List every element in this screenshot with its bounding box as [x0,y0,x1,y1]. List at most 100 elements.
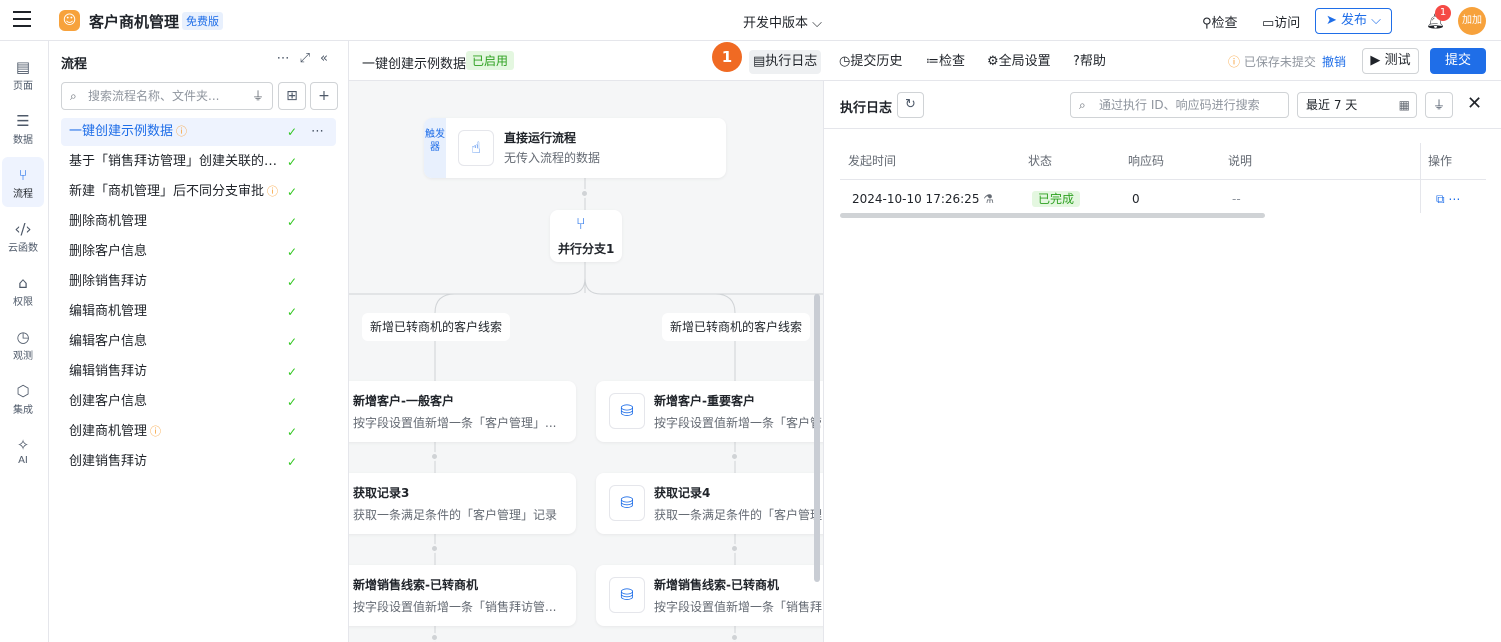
panel-title: 流程 [61,57,88,72]
exec-log-label: 执行日志 [765,54,818,69]
check-circle-icon: ✓ [287,365,298,379]
nav-item-data[interactable]: ☰ 数据 [2,103,44,153]
add-flow-button[interactable]: + [310,82,338,110]
nav-item-pages[interactable]: ▤ 页面 [2,49,44,99]
exec-log-button[interactable]: ▤执行日志 [749,50,822,74]
flow-node[interactable]: 获取记录3 获取一条满足条件的「客户管理」记录 [349,473,576,534]
flow-search-input[interactable]: ⌕ 搜索流程名称、文件夹... ⏚ [61,82,273,110]
flow-item-name: 基于「销售拜访管理」创建关联的「... [69,154,283,169]
calendar-icon: ▦ [1398,98,1410,112]
connector-dot[interactable] [430,633,439,642]
node-subtitle: 按字段设置值新增一条「客户管理」... [353,416,557,430]
close-icon[interactable]: ✕ [1467,93,1482,114]
filter-icon[interactable]: ⏚ [252,83,264,109]
flow-canvas[interactable]: 触发器 ☝ 直接运行流程 无传入流程的数据 ⑂ 并行分支1 新增已转商机的客户线… [349,81,823,642]
column-header[interactable]: 说明 [1228,143,1252,180]
test-button[interactable]: ▶ 测试 [1362,48,1419,74]
open-external-icon[interactable]: ⧉ [1436,192,1445,206]
flow-item-name: 创建客户信息 [69,394,148,409]
visit-button[interactable]: ▭访问 [1262,12,1300,31]
flow-item[interactable]: 创建客户信息 ✓ [61,388,336,416]
flow-node[interactable]: ⛁ 新增销售线索-已转商机 按字段设置值新增一条「销售拜 [596,565,823,626]
nav-item-cloud-function[interactable]: ‹/› 云函数 [2,211,44,261]
fork-icon: ⑂ [576,214,586,233]
version-selector[interactable]: 开发中版本 ⌵ [743,12,822,31]
submit-button[interactable]: 提交 [1430,48,1486,74]
flow-item[interactable]: 基于「销售拜访管理」创建关联的「... ✓ [61,148,336,176]
nav-item-label: 集成 [13,405,33,416]
connector-dot[interactable] [430,452,439,461]
database-add-icon: ⛁ [609,577,645,613]
expand-icon[interactable]: ⤢ [300,51,320,66]
connector-dot[interactable] [730,633,739,642]
undo-link[interactable]: 撤销 [1322,53,1346,70]
date-range-picker[interactable]: 最近 7 天 ▦ [1297,92,1417,118]
nav-item-integration[interactable]: ⬡ 集成 [2,373,44,423]
nav-item-label: 权限 [13,297,33,308]
column-header[interactable]: 响应码 [1128,143,1164,180]
help-button[interactable]: ?帮助 [1073,50,1106,74]
nav-item-ai[interactable]: ✧ AI [2,427,44,477]
collapse-icon[interactable]: « [320,51,338,66]
flow-node[interactable]: ⛁ 新增客户-重要客户 按字段设置值新增一条「客户管 [596,381,823,442]
flow-item-name: 删除销售拜访 [69,274,148,289]
flow-item[interactable]: 编辑客户信息 ✓ [61,328,336,356]
branch-label-left[interactable]: 新增已转商机的客户线索 [362,313,511,341]
flow-item[interactable]: 新建「商机管理」后不同分支审批 ⓘ ✓ [61,178,336,206]
node-subtitle: 获取一条满足条件的「客户管理」记录 [353,508,558,522]
filter-icon: ⏚ [1432,98,1445,112]
connector-dot[interactable] [730,544,739,553]
hand-pointer-icon: ☝ [458,130,494,166]
filter-button[interactable]: ⏚ [1425,92,1453,118]
flow-item[interactable]: 删除销售拜访 ✓ [61,268,336,296]
global-settings-button[interactable]: ⚙全局设置 [987,50,1051,74]
more-icon[interactable]: ⋯ [1448,192,1460,206]
log-search-input[interactable]: ⌕ 通过执行 ID、响应码进行搜索 [1070,92,1289,118]
search-icon: ⌕ [1079,98,1086,112]
monitor-search-icon: ◷ [16,328,30,346]
connector-dot[interactable] [580,189,589,198]
nav-item-permissions[interactable]: ⌂ 权限 [2,265,44,315]
check-button[interactable]: ⚲检查 [1202,12,1238,31]
flow-item[interactable]: 删除客户信息 ✓ [61,238,336,266]
parallel-branch-node[interactable]: ⑂ 并行分支1 [550,210,622,262]
connector-dot[interactable] [730,452,739,461]
more-icon[interactable]: ⋯ [311,118,324,146]
column-header[interactable]: 状态 [1028,143,1052,180]
flow-item[interactable]: 编辑商机管理 ✓ [61,298,336,326]
help-icon: ? [1073,54,1080,69]
hamburger-menu-icon[interactable] [13,11,31,27]
nav-item-flow[interactable]: ⑂ 流程 [2,157,44,207]
flow-item-name: 新建「商机管理」后不同分支审批 [69,184,265,199]
flow-node[interactable]: 新增客户-一般客户 按字段设置值新增一条「客户管理」... [349,381,576,442]
flask-icon: ⚗ [983,192,995,206]
nav-item-observe[interactable]: ◷ 观测 [2,319,44,369]
flow-item[interactable]: 编辑销售拜访 ✓ [61,358,336,386]
flow-node[interactable]: 新增销售线索-已转商机 按字段设置值新增一条「销售拜访管... [349,565,576,626]
column-header[interactable]: 发起时间 [848,143,896,180]
node-title: 并行分支1 [558,242,615,256]
new-folder-button[interactable]: ⊞ [278,82,306,110]
flow-item[interactable]: 创建销售拜访 ✓ [61,448,336,476]
folder-add-icon: ⊞ [286,88,298,104]
check-circle-icon: ✓ [287,305,298,319]
node-title: 新增客户-重要客户 [654,394,755,408]
branch-label-right[interactable]: 新增已转商机的客户线索 [662,313,811,341]
refresh-button[interactable]: ↻ [897,92,924,118]
table-horizontal-scrollbar[interactable] [840,213,1265,218]
monitor-icon: ▭ [1262,16,1275,31]
step-marker: 1 [712,42,742,72]
flow-item[interactable]: 一键创建示例数据 ⓘ ✓ ⋯ [61,118,336,146]
flow-item[interactable]: 删除商机管理 ✓ [61,208,336,236]
publish-button[interactable]: ➤ 发布 ⌵ [1315,8,1392,34]
avatar[interactable]: 加加 [1458,7,1486,35]
canvas-scrollbar[interactable] [814,294,820,582]
connector-dot[interactable] [430,544,439,553]
flow-node[interactable]: ⛁ 获取记录4 获取一条满足条件的「客户管理 [596,473,823,534]
history-button[interactable]: ◷提交历史 [839,50,902,74]
trigger-node[interactable]: 触发器 ☝ 直接运行流程 无传入流程的数据 [424,118,726,178]
check-button[interactable]: ≔检查 [926,50,965,74]
check-circle-icon: ✓ [287,215,298,229]
more-icon[interactable]: ⋯ [277,51,300,66]
flow-item[interactable]: 创建商机管理 ⓘ ✓ [61,418,336,446]
